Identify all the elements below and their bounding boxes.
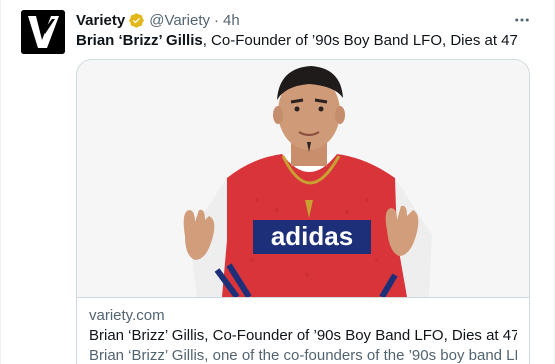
verified-badge-icon[interactable] bbox=[128, 12, 145, 29]
link-card-image[interactable]: adidas bbox=[77, 60, 529, 297]
tweet[interactable]: Variety @Variety · 4h Brian ‘Brizz’ Gill… bbox=[0, 0, 555, 364]
link-card-domain: variety.com bbox=[89, 307, 165, 324]
tweet-text-rest: , Co-Founder of ’90s Boy Band LFO, Dies … bbox=[202, 32, 518, 49]
tweet-text-bold: Brian ‘Brizz’ Gillis bbox=[76, 32, 203, 49]
link-card-description: Brian ‘Brizz’ Gillis, one of the co-foun… bbox=[89, 347, 517, 364]
author-handle[interactable]: @Variety bbox=[149, 12, 210, 29]
variety-avatar[interactable] bbox=[21, 10, 65, 54]
link-card-title: Brian ‘Brizz’ Gillis, Co-Founder of ’90s… bbox=[89, 327, 517, 344]
more-options-button[interactable] bbox=[510, 8, 534, 32]
tweet-timestamp[interactable]: 4h bbox=[223, 12, 240, 29]
author-name[interactable]: Variety bbox=[76, 12, 125, 29]
tweet-header: Variety @Variety · 4h bbox=[76, 11, 240, 29]
link-card[interactable]: adidas variety.com Brian ‘Brizz’ Gillis,… bbox=[76, 59, 530, 364]
variety-logo-icon bbox=[21, 10, 65, 54]
separator-dot: · bbox=[214, 11, 220, 29]
article-photo: adidas bbox=[77, 60, 529, 297]
tweet-text: Brian ‘Brizz’ Gillis, Co-Founder of ’90s… bbox=[76, 31, 536, 51]
link-card-info[interactable]: variety.com Brian ‘Brizz’ Gillis, Co-Fou… bbox=[77, 297, 529, 364]
jersey-brand-text: adidas bbox=[271, 221, 353, 251]
more-dots-icon bbox=[515, 18, 529, 22]
